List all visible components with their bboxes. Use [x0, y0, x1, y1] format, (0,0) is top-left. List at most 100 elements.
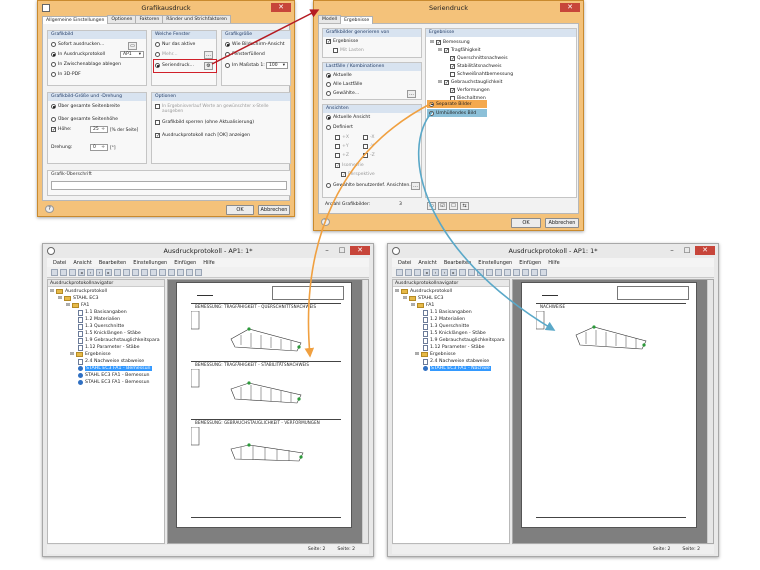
tab-optionen[interactable]: Optionen — [107, 15, 137, 23]
chart-icon[interactable] — [513, 268, 520, 276]
tree-node[interactable]: 2.4 Nachweise stabweise — [423, 358, 489, 365]
menu-einfuegen[interactable]: Einfügen — [519, 260, 541, 266]
tree-node[interactable]: 1.12 Parameter - Stäbe — [78, 344, 140, 351]
pdf-icon[interactable] — [186, 268, 193, 276]
checkbox-plus-y[interactable] — [335, 144, 340, 149]
drehung-spinner[interactable]: 0 ÷ — [90, 144, 108, 151]
radio-zwischenablage[interactable] — [51, 62, 56, 67]
mehr-button[interactable]: … — [204, 51, 213, 59]
checkbox-querschnitt[interactable]: ✓ — [450, 56, 455, 62]
tree-node[interactable]: 1.1 Basisangaben — [423, 309, 472, 316]
table-icon[interactable] — [159, 268, 166, 276]
radio-alle[interactable] — [326, 82, 331, 87]
radio-aktuelle-ansicht[interactable] — [326, 115, 331, 120]
checkbox-minus-x[interactable] — [363, 135, 368, 140]
tree-node[interactable]: ⊟ STAHL EC3 — [403, 295, 443, 302]
image-icon[interactable] — [486, 268, 493, 276]
checkbox-plus-z[interactable] — [335, 153, 340, 158]
zoom-icon[interactable] — [114, 268, 121, 276]
maximize-icon[interactable]: □ — [680, 246, 694, 255]
tree-node[interactable]: 1.3 Querschnitte — [423, 323, 469, 330]
help-icon[interactable]: ? — [321, 218, 330, 226]
checkbox-stabilitaet[interactable]: ✓ — [450, 64, 455, 70]
radio-3dpdf[interactable] — [51, 72, 56, 77]
gewaehlte-button[interactable]: … — [407, 90, 416, 98]
menu-hilfe[interactable]: Hilfe — [203, 260, 214, 266]
radio-nur-aktive[interactable] — [155, 42, 160, 47]
tree-node[interactable]: 1.1 Basisangaben — [78, 309, 127, 316]
settings-icon[interactable] — [477, 268, 484, 276]
tree-node[interactable]: ⊟ Ergebnisse — [415, 351, 456, 358]
tree-node[interactable]: 1.5 Knicklängen - Stäbe — [78, 330, 141, 337]
tree-node[interactable]: 1.2 Materialien — [78, 316, 120, 323]
checkbox-plus-x[interactable] — [335, 135, 340, 140]
export-icon[interactable] — [522, 268, 529, 276]
tree-node[interactable]: ⊟ Ausdruckprotokoll — [50, 288, 107, 295]
radio-benutzerdef[interactable] — [326, 183, 331, 188]
color-icon[interactable] — [540, 268, 547, 276]
scale-select[interactable]: 100 ▾ — [266, 62, 288, 69]
close-icon[interactable]: ✕ — [695, 246, 715, 255]
tree-node[interactable]: 1.2 Materialien — [423, 316, 465, 323]
tree-node[interactable]: 1.9 Gebrauchstauglichkeitspara — [423, 337, 505, 344]
tab-modell[interactable]: Modell — [318, 15, 342, 23]
tab-faktoren[interactable]: Faktoren — [135, 15, 164, 23]
cancel-button[interactable]: Abbrechen — [545, 218, 579, 228]
tree-node[interactable]: 2.4 Nachweise stabweise — [78, 358, 144, 365]
export-icon[interactable] — [177, 268, 184, 276]
checkbox-minus-y[interactable] — [363, 144, 368, 149]
tree-node[interactable]: ⊟ FA1 — [66, 302, 89, 309]
menu-datei[interactable]: Datei — [53, 260, 66, 266]
menu-bearbeiten[interactable]: Bearbeiten — [99, 260, 126, 266]
checkbox-mit-lasten[interactable] — [333, 48, 338, 53]
last-page-icon[interactable]: ▸ — [105, 268, 112, 276]
checkbox-bemessung[interactable]: ✓ — [435, 40, 441, 46]
radio-separate[interactable] — [429, 101, 434, 107]
benutzerdef-button[interactable]: … — [411, 182, 420, 190]
tree-node[interactable]: ⊟ Ausdruckprotokoll — [395, 288, 452, 295]
checkbox-anzeigen[interactable]: ✓ — [155, 133, 160, 139]
checkbox-schweissnaht[interactable] — [450, 72, 455, 77]
radio-massstab[interactable] — [225, 63, 230, 68]
tree-node[interactable]: STAHL EC3 FA1 - Bemessun — [78, 379, 150, 386]
radio-seitenbreite[interactable] — [51, 104, 56, 109]
refresh-icon[interactable] — [69, 268, 76, 276]
radio-fensterfuellend[interactable] — [225, 52, 230, 57]
prev-page-icon[interactable]: ‹ — [432, 268, 439, 276]
radio-bildschirm[interactable] — [225, 42, 230, 47]
checkbox-tragfaehigkeit[interactable]: ✓ — [443, 48, 449, 54]
cancel-button[interactable]: Abbrechen — [258, 205, 290, 215]
checkbox-minus-z[interactable] — [363, 153, 368, 158]
tree-node[interactable]: 1.9 Gebrauchstauglichkeitspara — [78, 337, 160, 344]
zoom-in-icon[interactable] — [123, 268, 130, 276]
menu-bearbeiten[interactable]: Bearbeiten — [444, 260, 471, 266]
next-page-icon[interactable]: › — [96, 268, 103, 276]
radio-ausdruckprotokoll[interactable] — [51, 52, 56, 57]
text-icon[interactable] — [150, 268, 157, 276]
print-icon[interactable] — [396, 268, 403, 276]
printer-icon[interactable]: ▭ — [128, 42, 137, 50]
menu-einstellungen[interactable]: Einstellungen — [133, 260, 167, 266]
tree-node[interactable]: STAHL EC3 FA1 - Bemessun — [78, 372, 150, 379]
text-icon[interactable] — [495, 268, 502, 276]
minimize-icon[interactable]: – — [320, 246, 334, 255]
first-page-icon[interactable]: ◂ — [423, 268, 430, 276]
check-all-icon[interactable]: ☑ — [438, 202, 447, 210]
radio-umhuellende[interactable] — [429, 110, 434, 116]
prev-page-icon[interactable]: ‹ — [87, 268, 94, 276]
tree-node[interactable]: ⊟ STAHL EC3 — [58, 295, 98, 302]
tree-node[interactable]: 1.5 Knicklängen - Stäbe — [423, 330, 486, 337]
close-icon[interactable]: ✕ — [560, 3, 580, 12]
print-icon[interactable] — [51, 268, 58, 276]
tab-raender[interactable]: Ränder und Strichfaktoren — [162, 15, 231, 23]
radio-seitenhoehe[interactable] — [51, 117, 56, 122]
radio-aktuelle[interactable] — [326, 73, 331, 78]
next-page-icon[interactable]: › — [441, 268, 448, 276]
uncheck-all-icon[interactable]: ☐ — [449, 202, 458, 210]
radio-definiert[interactable] — [326, 125, 331, 130]
maximize-icon[interactable]: □ — [335, 246, 349, 255]
refresh-icon[interactable] — [414, 268, 421, 276]
pdf-icon[interactable] — [531, 268, 538, 276]
image-icon[interactable] — [141, 268, 148, 276]
tree-node[interactable]: ⊟ Ergebnisse — [70, 351, 111, 358]
